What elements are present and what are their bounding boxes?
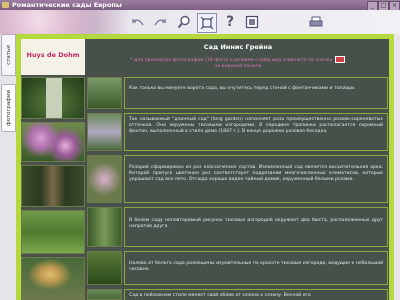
paragraph-cell: В белом саду неповторимый рисунок тисовы…: [124, 207, 388, 247]
small-photo-column: [87, 77, 122, 300]
zoom-icon[interactable]: [174, 12, 194, 32]
help-icon[interactable]: ?: [220, 12, 240, 32]
tab-photos[interactable]: фотографии: [1, 84, 16, 132]
photo-thumbnail[interactable]: [21, 165, 85, 207]
back-icon[interactable]: [128, 12, 148, 32]
vertical-tabs: статьи фотографии: [0, 34, 16, 300]
photo-thumbnail[interactable]: [87, 155, 122, 203]
window-title: Романтические сады Европы: [12, 1, 122, 9]
tab-articles-label: статьи: [5, 45, 12, 65]
slideshow-note-end: на верхней панели: [214, 64, 262, 69]
photo-thumbnail[interactable]: [87, 113, 122, 151]
paragraph-cell: Розарий сформирован из роз классических …: [124, 155, 388, 203]
paragraph-cell: Налево от белого сада размещены изумител…: [124, 251, 388, 285]
fullscreen-icon[interactable]: [197, 13, 217, 33]
photo-thumbnail[interactable]: [87, 251, 122, 285]
photo-column: [21, 77, 85, 300]
paragraph-text: В белом саду неповторимый рисунок тисовы…: [129, 218, 383, 229]
paragraph-text: Сад в пейзажном стиле меняет свой облик …: [129, 293, 311, 298]
title-bar: Романтические сады Европы _ □ ×: [0, 0, 400, 11]
print-icon[interactable]: [306, 12, 326, 32]
slideshow-note-text: * для просмотра фотографий (19 фото) в р…: [130, 58, 333, 63]
paragraph-text: Налево от белого сада размещены изумител…: [129, 261, 383, 272]
paragraph-cell: Так называемый "длинный сад" (long garde…: [124, 113, 388, 151]
photo-thumbnail[interactable]: [21, 122, 85, 162]
sidebar-header: Huys de Dohm: [21, 39, 85, 75]
photo-thumbnail[interactable]: [21, 257, 85, 300]
content-frame: Huys de Dohm Сад Иннис Грейна * для прос…: [16, 34, 394, 300]
tab-photos-label: фотографии: [5, 89, 12, 127]
paragraph-text: Розарий сформирован из роз классических …: [129, 165, 383, 182]
photo-thumbnail[interactable]: [21, 210, 85, 254]
photo-thumbnail[interactable]: [21, 77, 85, 119]
slideshow-note: * для просмотра фотографий (19 фото) в р…: [127, 56, 349, 70]
paragraph-cell: Как только вы минуете ворота сада, вы оч…: [124, 77, 388, 109]
toolbar: ?: [0, 10, 400, 34]
garden-owner-name: Huys de Dohm: [26, 51, 80, 59]
tab-articles[interactable]: статьи: [1, 34, 16, 76]
paragraph-cell: Сад в пейзажном стиле меняет свой облик …: [124, 289, 388, 300]
article-title: Сад Иннис Грейна: [203, 43, 273, 51]
slideshow-icon: [334, 56, 345, 63]
content-area[interactable]: Huys de Dohm Сад Иннис Грейна * для прос…: [21, 39, 389, 300]
paragraph-text: Как только вы минуете ворота сада, вы оч…: [129, 86, 356, 91]
article-header: Сад Иннис Грейна * для просмотра фотогра…: [87, 39, 389, 75]
photo-thumbnail[interactable]: [87, 207, 122, 247]
photo-thumbnail[interactable]: [87, 289, 122, 300]
photo-thumbnail[interactable]: [87, 77, 122, 109]
slideshow-icon[interactable]: [242, 12, 262, 32]
app-icon: [2, 2, 9, 8]
forward-icon[interactable]: [150, 12, 170, 32]
paragraph-text: Так называемый "длинный сад" (long garde…: [129, 117, 383, 134]
article-text-column: Как только вы минуете ворота сада, вы оч…: [124, 77, 389, 300]
banner-image: [0, 10, 130, 34]
